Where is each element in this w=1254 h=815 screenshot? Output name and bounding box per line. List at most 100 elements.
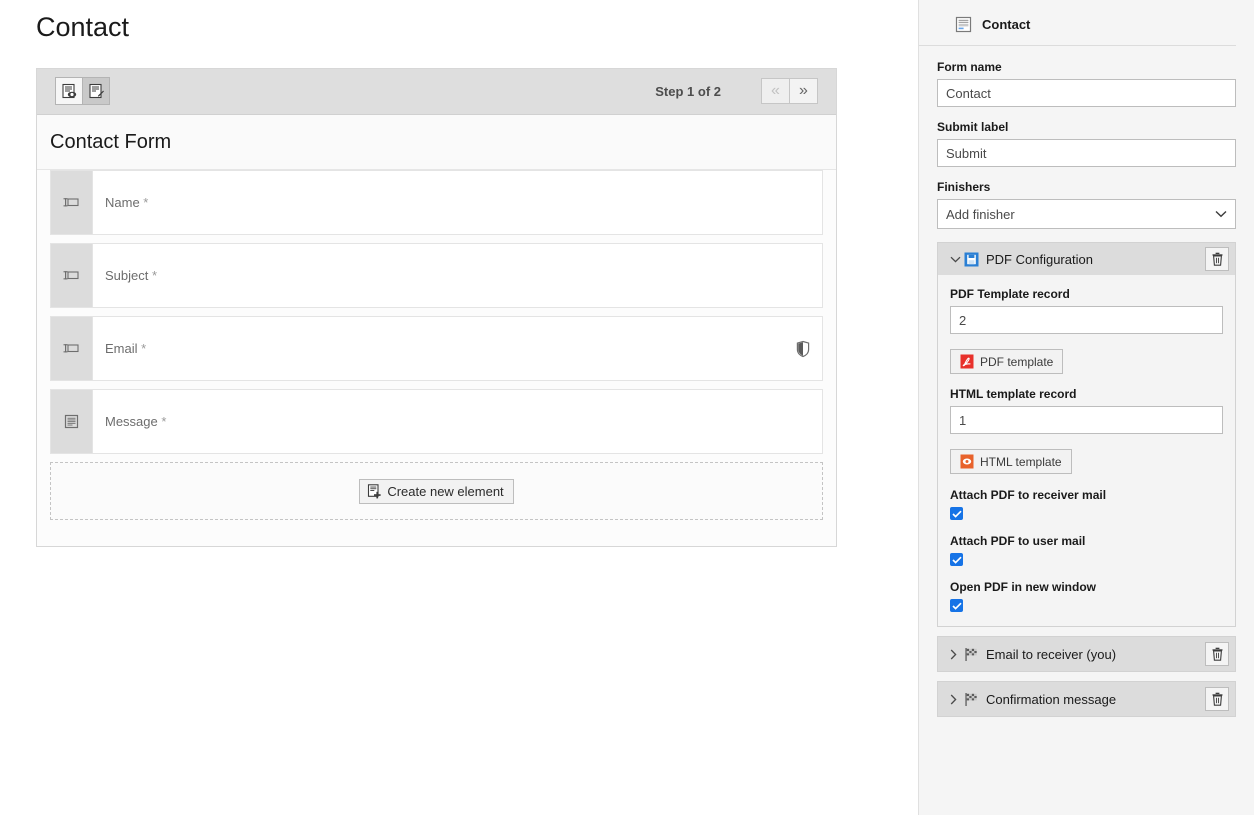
- form-element-label: Name *: [105, 195, 149, 210]
- form-element-list: Name * Subject * Email * Message *: [37, 170, 836, 454]
- attach-pdf-receiver-checkbox[interactable]: [950, 507, 963, 520]
- step-indicator: Step 1 of 2: [655, 84, 721, 99]
- attach-pdf-receiver-label: Attach PDF to receiver mail: [950, 488, 1107, 502]
- trash-icon: [1212, 252, 1222, 266]
- chevron-right-icon[interactable]: [950, 694, 964, 705]
- form-preview-icon: [61, 83, 76, 98]
- form-title-bar[interactable]: Contact Form: [37, 115, 836, 170]
- create-new-element-label: Create new element: [387, 483, 504, 499]
- html-template-record-block: HTML template record: [950, 387, 1223, 434]
- next-step-button[interactable]: »: [789, 78, 818, 104]
- html-template-record-label: HTML template record: [950, 387, 1077, 401]
- chevron-down-icon[interactable]: [950, 256, 964, 263]
- submit-label-field-block: Submit label: [937, 120, 1236, 167]
- pdf-template-record-input[interactable]: [950, 306, 1223, 334]
- form-element-field[interactable]: Email *: [92, 317, 822, 380]
- editor-toolbar: Step 1 of 2 « »: [37, 69, 836, 115]
- validator-badge[interactable]: [796, 340, 810, 357]
- preview-form-button[interactable]: [55, 77, 83, 105]
- finisher-flag-icon: [964, 647, 986, 662]
- previous-step-button[interactable]: «: [761, 78, 790, 104]
- submit-label-input[interactable]: [937, 139, 1236, 167]
- create-new-element-button[interactable]: Create new element: [359, 478, 514, 504]
- form-element-row-subject[interactable]: Subject *: [50, 243, 823, 308]
- editor-mode-toggle-group: [55, 77, 110, 105]
- pdf-template-record-label: PDF Template record: [950, 287, 1070, 301]
- pdf-template-button[interactable]: PDF template: [950, 349, 1064, 374]
- check-icon: [951, 510, 962, 518]
- html-template-record-input[interactable]: [950, 406, 1223, 434]
- form-element-row-message[interactable]: Message *: [50, 389, 823, 454]
- shield-icon: [796, 340, 810, 357]
- html-file-icon: [960, 454, 974, 469]
- form-name-label: Form name: [937, 60, 1002, 74]
- inspector-panel: Contact Form name Submit label Finishers…: [918, 0, 1254, 815]
- form-name-input[interactable]: [937, 79, 1236, 107]
- open-pdf-new-window-label: Open PDF in new window: [950, 580, 1096, 594]
- main-content: Contact Step 1 of 2 « » Contact Form Nam…: [0, 0, 918, 815]
- check-icon: [951, 602, 962, 610]
- attach-pdf-user-block: Attach PDF to user mail: [950, 534, 1223, 566]
- step-nav: « »: [761, 78, 818, 104]
- drag-handle[interactable]: [51, 317, 92, 380]
- open-pdf-new-window-block: Open PDF in new window: [950, 580, 1223, 612]
- add-finisher-select-wrap: Add finisher: [937, 199, 1236, 229]
- form-editor-panel: Step 1 of 2 « » Contact Form Name * Subj…: [36, 68, 837, 547]
- form-edit-icon: [88, 83, 104, 98]
- pdf-configuration-icon: [964, 252, 986, 267]
- form-element-row-name[interactable]: Name *: [50, 170, 823, 235]
- pdf-configuration-accordion-body: PDF Template record PDF template HTML te…: [938, 275, 1235, 626]
- form-element-field[interactable]: Message *: [92, 390, 822, 453]
- email-to-receiver-accordion-header[interactable]: Email to receiver (you): [938, 637, 1235, 671]
- edit-form-button[interactable]: [82, 77, 110, 105]
- confirmation-message-accordion-header[interactable]: Confirmation message: [938, 682, 1235, 716]
- trash-icon: [1212, 692, 1222, 706]
- add-finisher-select[interactable]: Add finisher: [937, 199, 1236, 229]
- text-input-icon: [63, 271, 79, 280]
- element-dropzone[interactable]: Create new element: [50, 462, 823, 520]
- form-element-label: Subject *: [105, 268, 158, 283]
- finisher-accordion-pdf-configuration: PDF Configuration PDF Template record 2 …: [937, 242, 1236, 627]
- attach-pdf-user-label: Attach PDF to user mail: [950, 534, 1086, 548]
- inspector-title: Contact: [982, 17, 1031, 32]
- email-to-receiver-title: Email to receiver (you): [986, 646, 1117, 662]
- finisher-accordion-confirmation-message: Confirmation message: [937, 681, 1236, 717]
- pdf-configuration-title: PDF Configuration: [986, 251, 1093, 267]
- inspector-header: Contact: [919, 0, 1236, 46]
- finishers-field-block: Finishers Add finisher: [937, 180, 1236, 229]
- form-element-label: Email *: [105, 341, 147, 356]
- attach-pdf-user-checkbox[interactable]: [950, 553, 963, 566]
- pdf-template-record-block: PDF Template record: [950, 287, 1223, 334]
- pdf-file-icon: [960, 354, 974, 369]
- form-icon: [955, 16, 972, 33]
- form-element-field[interactable]: Subject *: [92, 244, 822, 307]
- textarea-icon: [64, 414, 79, 429]
- inspector-body: Form name Submit label Finishers Add fin…: [919, 46, 1254, 717]
- page-title: Contact: [36, 12, 130, 42]
- delete-confirmation-message-button[interactable]: [1205, 687, 1229, 711]
- finisher-flag-icon: [964, 692, 986, 707]
- form-element-field[interactable]: Name *: [92, 171, 822, 234]
- html-template-button[interactable]: HTML template: [950, 449, 1072, 474]
- attach-pdf-receiver-block: Attach PDF to receiver mail: [950, 488, 1223, 520]
- submit-label-label: Submit label: [937, 120, 1009, 134]
- form-element-label: Message *: [105, 414, 167, 429]
- text-input-icon: [63, 198, 79, 207]
- drag-handle[interactable]: [51, 244, 92, 307]
- pdf-configuration-accordion-header[interactable]: PDF Configuration: [938, 243, 1235, 275]
- open-pdf-new-window-checkbox[interactable]: [950, 599, 963, 612]
- text-input-icon: [63, 344, 79, 353]
- delete-pdf-configuration-button[interactable]: [1205, 247, 1229, 271]
- add-finisher-selected-value: Add finisher: [946, 206, 1015, 222]
- form-element-row-email[interactable]: Email *: [50, 316, 823, 381]
- pdf-template-button-label: PDF template: [980, 354, 1054, 369]
- check-icon: [951, 556, 962, 564]
- delete-email-to-receiver-button[interactable]: [1205, 642, 1229, 666]
- finisher-accordion-email-to-receiver: Email to receiver (you): [937, 636, 1236, 672]
- finishers-label: Finishers: [937, 180, 991, 194]
- create-element-icon: [368, 483, 381, 498]
- chevron-right-icon[interactable]: [950, 649, 964, 660]
- editor-footer-spacer: [37, 533, 836, 546]
- drag-handle[interactable]: [51, 171, 92, 234]
- drag-handle[interactable]: [51, 390, 92, 453]
